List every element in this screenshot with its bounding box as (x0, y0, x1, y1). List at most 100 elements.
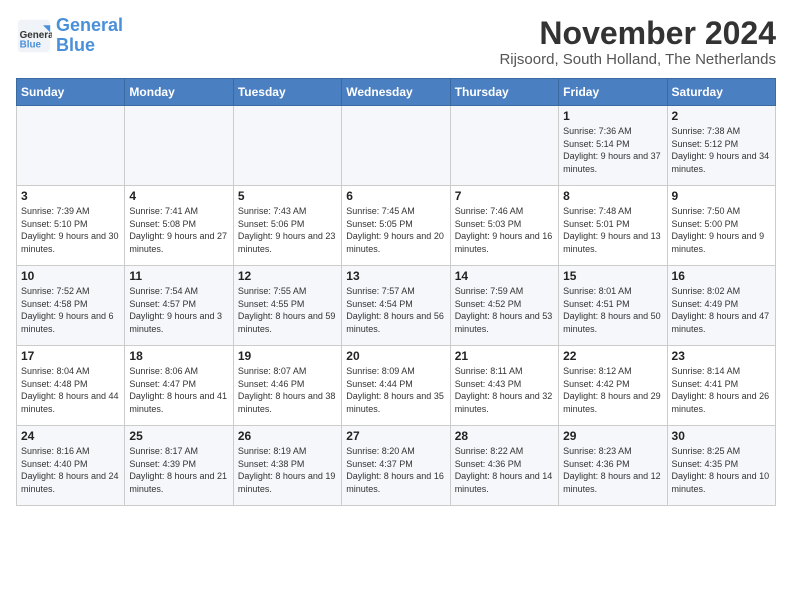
day-info: Sunrise: 7:46 AMSunset: 5:03 PMDaylight:… (455, 206, 553, 254)
col-monday: Monday (125, 79, 233, 106)
day-number: 11 (129, 269, 228, 283)
day-info: Sunrise: 8:19 AMSunset: 4:38 PMDaylight:… (238, 446, 336, 494)
day-info: Sunrise: 7:54 AMSunset: 4:57 PMDaylight:… (129, 286, 222, 334)
table-row: 21 Sunrise: 8:11 AMSunset: 4:43 PMDaylig… (450, 346, 558, 426)
table-row: 3 Sunrise: 7:39 AMSunset: 5:10 PMDayligh… (17, 186, 125, 266)
table-row: 12 Sunrise: 7:55 AMSunset: 4:55 PMDaylig… (233, 266, 341, 346)
day-number: 30 (672, 429, 771, 443)
day-info: Sunrise: 7:41 AMSunset: 5:08 PMDaylight:… (129, 206, 227, 254)
day-number: 6 (346, 189, 445, 203)
svg-text:Blue: Blue (20, 39, 42, 50)
day-number: 19 (238, 349, 337, 363)
day-number: 8 (563, 189, 662, 203)
day-info: Sunrise: 8:25 AMSunset: 4:35 PMDaylight:… (672, 446, 770, 494)
calendar-week-row: 10 Sunrise: 7:52 AMSunset: 4:58 PMDaylig… (17, 266, 776, 346)
day-info: Sunrise: 7:52 AMSunset: 4:58 PMDaylight:… (21, 286, 114, 334)
day-info: Sunrise: 7:48 AMSunset: 5:01 PMDaylight:… (563, 206, 661, 254)
table-row (125, 106, 233, 186)
page-title: November 2024 (499, 16, 776, 51)
table-row (450, 106, 558, 186)
table-row: 28 Sunrise: 8:22 AMSunset: 4:36 PMDaylig… (450, 426, 558, 506)
day-number: 7 (455, 189, 554, 203)
table-row: 23 Sunrise: 8:14 AMSunset: 4:41 PMDaylig… (667, 346, 775, 426)
table-row: 10 Sunrise: 7:52 AMSunset: 4:58 PMDaylig… (17, 266, 125, 346)
day-number: 3 (21, 189, 120, 203)
day-number: 4 (129, 189, 228, 203)
table-row: 1 Sunrise: 7:36 AMSunset: 5:14 PMDayligh… (559, 106, 667, 186)
day-info: Sunrise: 8:14 AMSunset: 4:41 PMDaylight:… (672, 366, 770, 414)
day-info: Sunrise: 7:50 AMSunset: 5:00 PMDaylight:… (672, 206, 765, 254)
day-info: Sunrise: 7:38 AMSunset: 5:12 PMDaylight:… (672, 126, 770, 174)
col-sunday: Sunday (17, 79, 125, 106)
day-number: 14 (455, 269, 554, 283)
table-row: 24 Sunrise: 8:16 AMSunset: 4:40 PMDaylig… (17, 426, 125, 506)
logo-text: General Blue (56, 16, 123, 56)
table-row: 17 Sunrise: 8:04 AMSunset: 4:48 PMDaylig… (17, 346, 125, 426)
table-row: 14 Sunrise: 7:59 AMSunset: 4:52 PMDaylig… (450, 266, 558, 346)
table-row: 29 Sunrise: 8:23 AMSunset: 4:36 PMDaylig… (559, 426, 667, 506)
day-number: 15 (563, 269, 662, 283)
day-info: Sunrise: 8:02 AMSunset: 4:49 PMDaylight:… (672, 286, 770, 334)
col-wednesday: Wednesday (342, 79, 450, 106)
table-row: 9 Sunrise: 7:50 AMSunset: 5:00 PMDayligh… (667, 186, 775, 266)
day-number: 21 (455, 349, 554, 363)
day-info: Sunrise: 8:06 AMSunset: 4:47 PMDaylight:… (129, 366, 227, 414)
logo: General Blue General Blue (16, 16, 123, 56)
day-info: Sunrise: 8:16 AMSunset: 4:40 PMDaylight:… (21, 446, 119, 494)
day-info: Sunrise: 8:07 AMSunset: 4:46 PMDaylight:… (238, 366, 336, 414)
table-row: 7 Sunrise: 7:46 AMSunset: 5:03 PMDayligh… (450, 186, 558, 266)
day-info: Sunrise: 8:17 AMSunset: 4:39 PMDaylight:… (129, 446, 227, 494)
page: General Blue General Blue November 2024 … (0, 0, 792, 612)
day-number: 24 (21, 429, 120, 443)
day-info: Sunrise: 7:39 AMSunset: 5:10 PMDaylight:… (21, 206, 119, 254)
day-number: 10 (21, 269, 120, 283)
table-row: 22 Sunrise: 8:12 AMSunset: 4:42 PMDaylig… (559, 346, 667, 426)
day-info: Sunrise: 7:57 AMSunset: 4:54 PMDaylight:… (346, 286, 444, 334)
table-row: 18 Sunrise: 8:06 AMSunset: 4:47 PMDaylig… (125, 346, 233, 426)
day-number: 5 (238, 189, 337, 203)
table-row: 15 Sunrise: 8:01 AMSunset: 4:51 PMDaylig… (559, 266, 667, 346)
table-row: 27 Sunrise: 8:20 AMSunset: 4:37 PMDaylig… (342, 426, 450, 506)
day-number: 29 (563, 429, 662, 443)
day-info: Sunrise: 8:23 AMSunset: 4:36 PMDaylight:… (563, 446, 661, 494)
day-info: Sunrise: 8:04 AMSunset: 4:48 PMDaylight:… (21, 366, 119, 414)
table-row: 26 Sunrise: 8:19 AMSunset: 4:38 PMDaylig… (233, 426, 341, 506)
calendar-header-row: Sunday Monday Tuesday Wednesday Thursday… (17, 79, 776, 106)
day-info: Sunrise: 8:20 AMSunset: 4:37 PMDaylight:… (346, 446, 444, 494)
day-info: Sunrise: 7:43 AMSunset: 5:06 PMDaylight:… (238, 206, 336, 254)
day-info: Sunrise: 7:55 AMSunset: 4:55 PMDaylight:… (238, 286, 336, 334)
calendar-week-row: 3 Sunrise: 7:39 AMSunset: 5:10 PMDayligh… (17, 186, 776, 266)
day-info: Sunrise: 8:11 AMSunset: 4:43 PMDaylight:… (455, 366, 553, 414)
header: General Blue General Blue November 2024 … (16, 16, 776, 68)
day-number: 1 (563, 109, 662, 123)
table-row (233, 106, 341, 186)
table-row: 6 Sunrise: 7:45 AMSunset: 5:05 PMDayligh… (342, 186, 450, 266)
table-row: 13 Sunrise: 7:57 AMSunset: 4:54 PMDaylig… (342, 266, 450, 346)
col-tuesday: Tuesday (233, 79, 341, 106)
calendar-week-row: 17 Sunrise: 8:04 AMSunset: 4:48 PMDaylig… (17, 346, 776, 426)
day-number: 18 (129, 349, 228, 363)
day-number: 16 (672, 269, 771, 283)
table-row: 16 Sunrise: 8:02 AMSunset: 4:49 PMDaylig… (667, 266, 775, 346)
day-number: 9 (672, 189, 771, 203)
day-number: 26 (238, 429, 337, 443)
table-row: 8 Sunrise: 7:48 AMSunset: 5:01 PMDayligh… (559, 186, 667, 266)
table-row: 30 Sunrise: 8:25 AMSunset: 4:35 PMDaylig… (667, 426, 775, 506)
page-subtitle: Rijsoord, South Holland, The Netherlands (499, 51, 776, 68)
day-info: Sunrise: 7:59 AMSunset: 4:52 PMDaylight:… (455, 286, 553, 334)
day-info: Sunrise: 8:01 AMSunset: 4:51 PMDaylight:… (563, 286, 661, 334)
calendar-week-row: 1 Sunrise: 7:36 AMSunset: 5:14 PMDayligh… (17, 106, 776, 186)
day-number: 28 (455, 429, 554, 443)
calendar-table: Sunday Monday Tuesday Wednesday Thursday… (16, 78, 776, 506)
calendar-week-row: 24 Sunrise: 8:16 AMSunset: 4:40 PMDaylig… (17, 426, 776, 506)
table-row: 11 Sunrise: 7:54 AMSunset: 4:57 PMDaylig… (125, 266, 233, 346)
day-number: 25 (129, 429, 228, 443)
table-row: 4 Sunrise: 7:41 AMSunset: 5:08 PMDayligh… (125, 186, 233, 266)
day-number: 22 (563, 349, 662, 363)
table-row: 2 Sunrise: 7:38 AMSunset: 5:12 PMDayligh… (667, 106, 775, 186)
col-saturday: Saturday (667, 79, 775, 106)
day-number: 13 (346, 269, 445, 283)
day-info: Sunrise: 7:45 AMSunset: 5:05 PMDaylight:… (346, 206, 444, 254)
table-row (17, 106, 125, 186)
table-row: 25 Sunrise: 8:17 AMSunset: 4:39 PMDaylig… (125, 426, 233, 506)
